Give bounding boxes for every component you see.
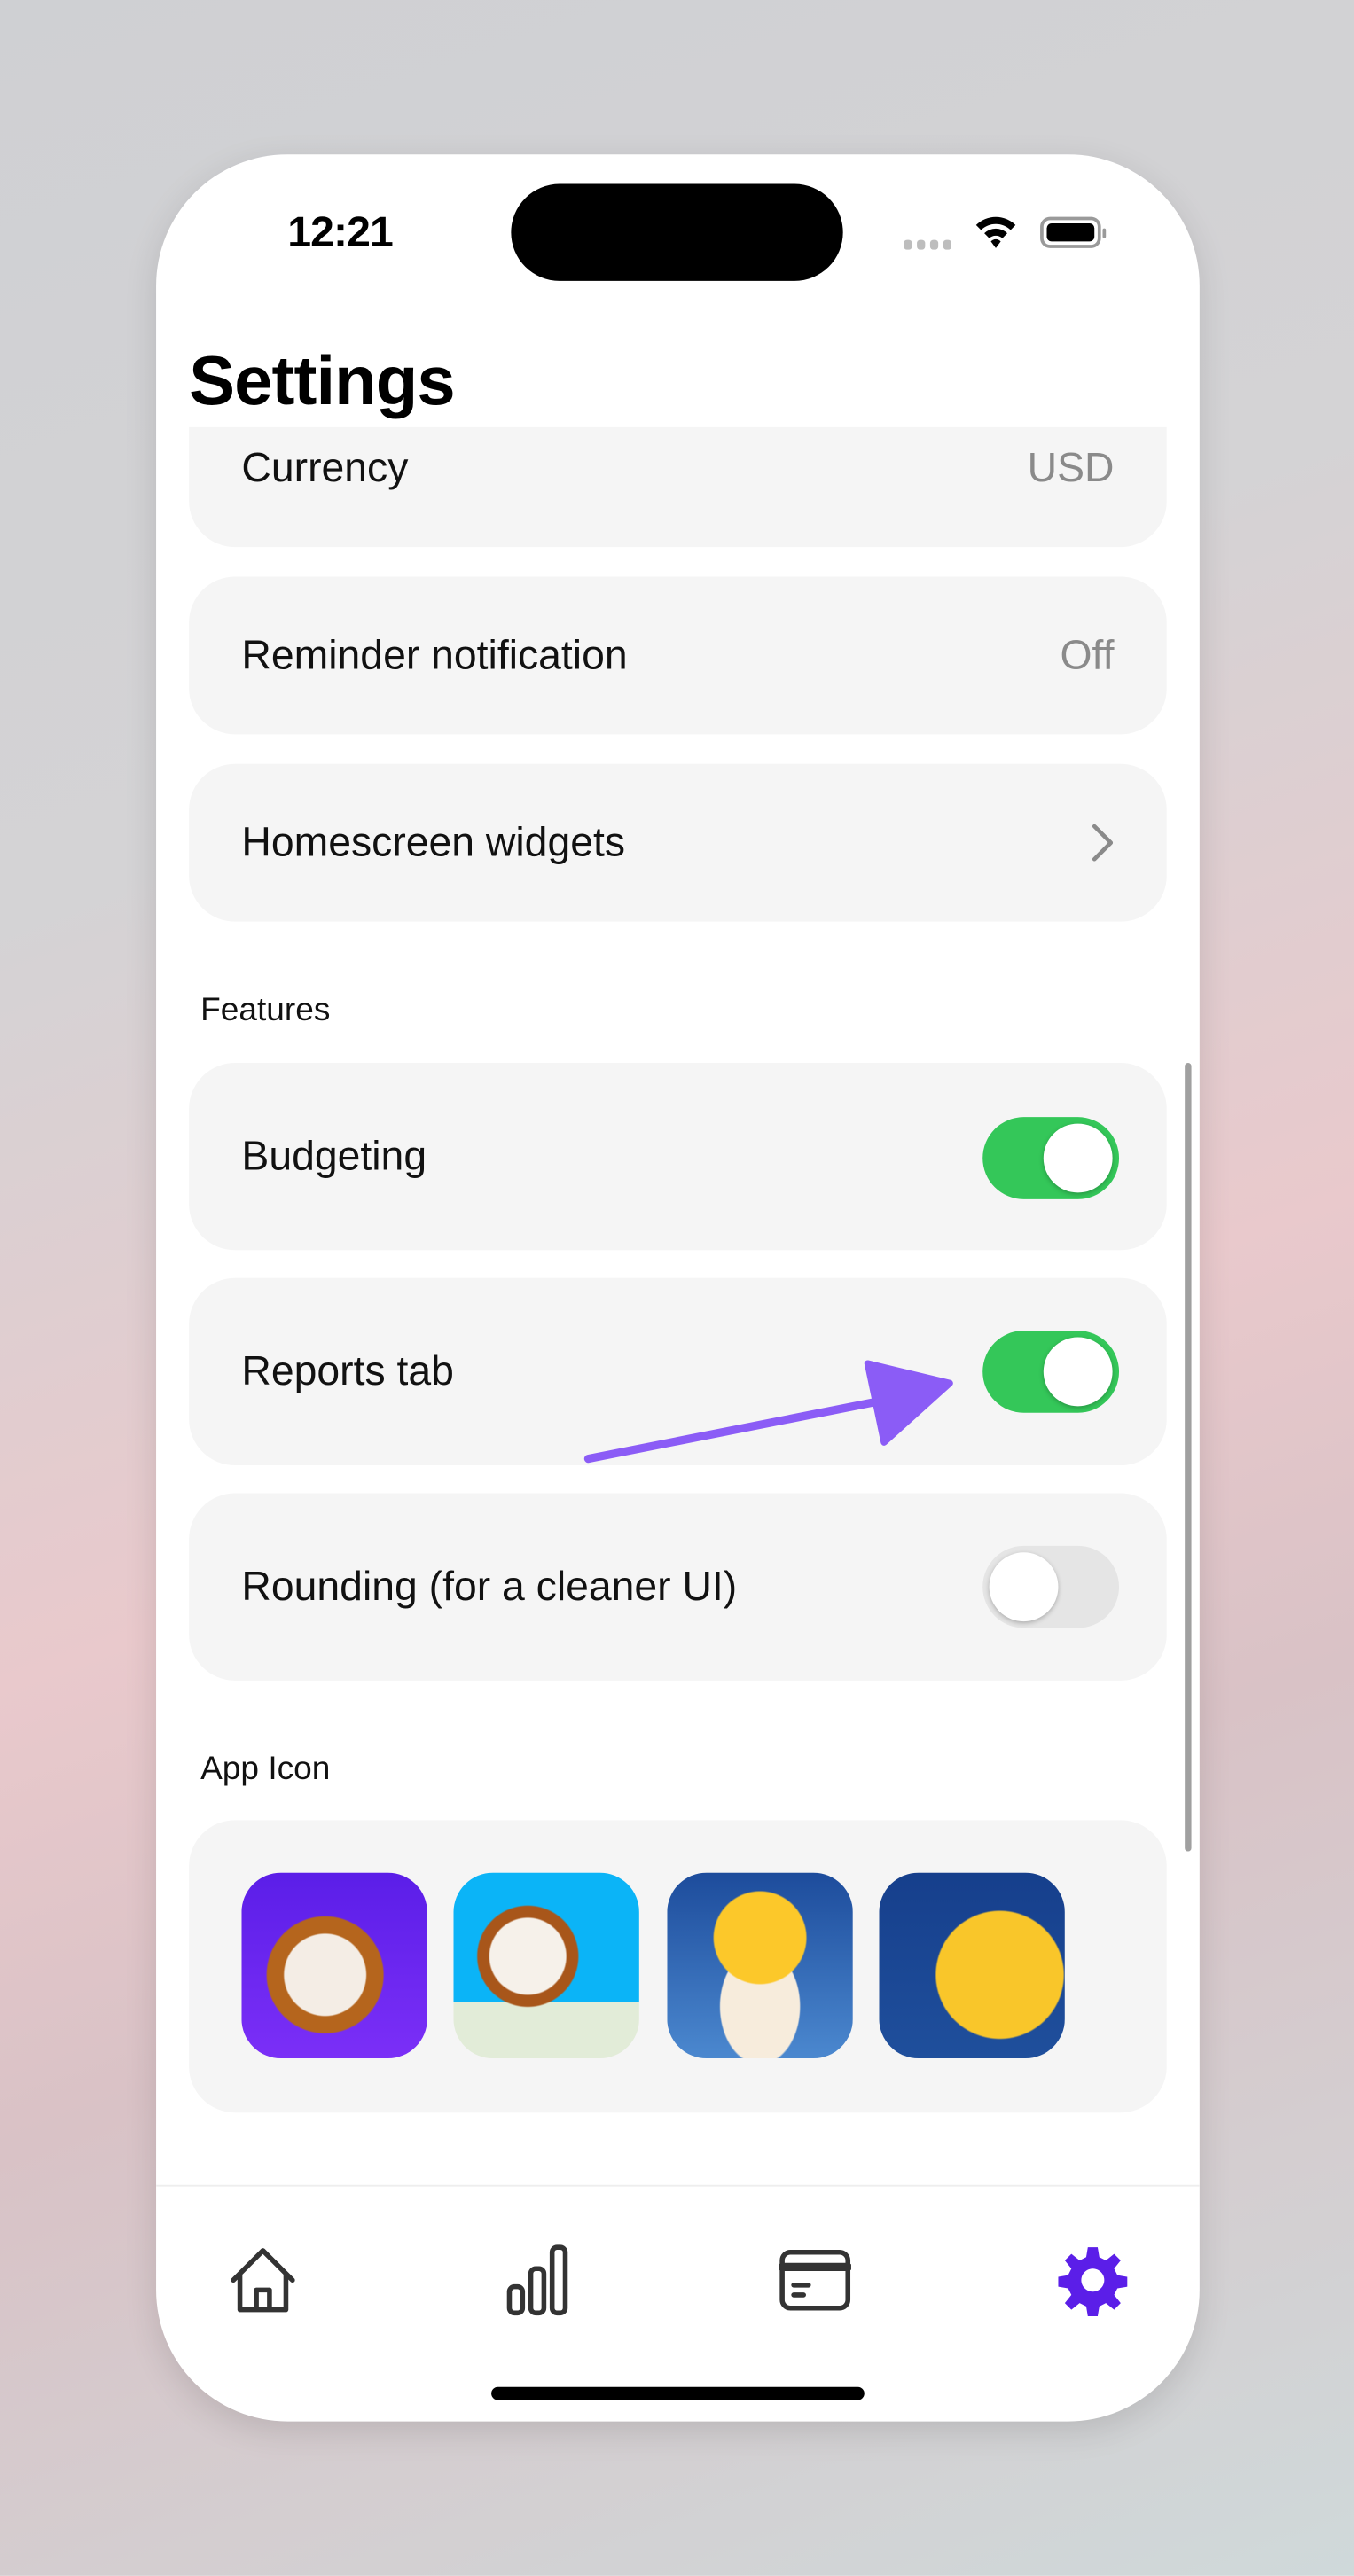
setting-reminder-notification[interactable]: Reminder notification Off [189,576,1167,735]
status-time: 12:21 [287,207,394,257]
dog-purple-icon[interactable] [241,1872,427,2059]
dog-crescent-moon-icon[interactable] [879,1872,1065,2059]
dynamic-island [511,183,843,281]
scrollbar[interactable] [1185,1063,1192,1852]
home-icon [231,2248,295,2313]
setting-value: USD [1027,445,1115,492]
setting-value: Off [1060,632,1115,679]
budgeting-toggle[interactable] [982,1117,1120,1199]
card-icon [779,2249,851,2311]
reports-chart-icon [506,2244,568,2316]
setting-currency[interactable]: Currency USD [189,426,1167,548]
dog-keyboard-icon[interactable] [453,1872,639,2059]
annotation-arrow [583,1360,953,1464]
reports-tab-toggle[interactable] [982,1331,1120,1413]
home-indicator[interactable] [491,2386,865,2400]
phone-frame: 12:21 Settings Currency USD Reminder not… [156,154,1200,2422]
tab-reports[interactable] [503,2244,575,2316]
tab-settings[interactable] [1057,2244,1130,2317]
battery-icon [1040,216,1107,248]
setting-homescreen-widgets[interactable]: Homescreen widgets [189,763,1167,922]
screen: 12:21 Settings Currency USD Reminder not… [0,0,1354,2576]
setting-label: Rounding (for a cleaner UI) [241,1564,738,1611]
setting-label: Homescreen widgets [241,819,626,866]
signal-icon [904,239,952,250]
setting-label: Reminder notification [241,632,628,679]
setting-rounding: Rounding (for a cleaner UI) [189,1493,1167,1681]
app-icon-picker [189,1820,1167,2113]
page-title: Settings [189,341,456,419]
chevron-right-icon [1092,824,1114,862]
section-heading-app-icon: App Icon [200,1751,331,1788]
section-heading-features: Features [200,992,331,1029]
tab-bar-divider [156,2184,1200,2187]
gear-icon [1058,2247,1128,2317]
rounding-toggle[interactable] [982,1545,1120,1628]
setting-label: Currency [241,445,409,492]
tab-home[interactable] [227,2244,300,2316]
tab-transactions[interactable] [779,2244,851,2316]
wifi-icon [975,216,1016,248]
setting-budgeting: Budgeting [189,1063,1167,1251]
dog-moon-sleeping-icon[interactable] [667,1872,853,2059]
setting-label: Budgeting [241,1133,427,1180]
setting-label: Reports tab [241,1348,454,1395]
